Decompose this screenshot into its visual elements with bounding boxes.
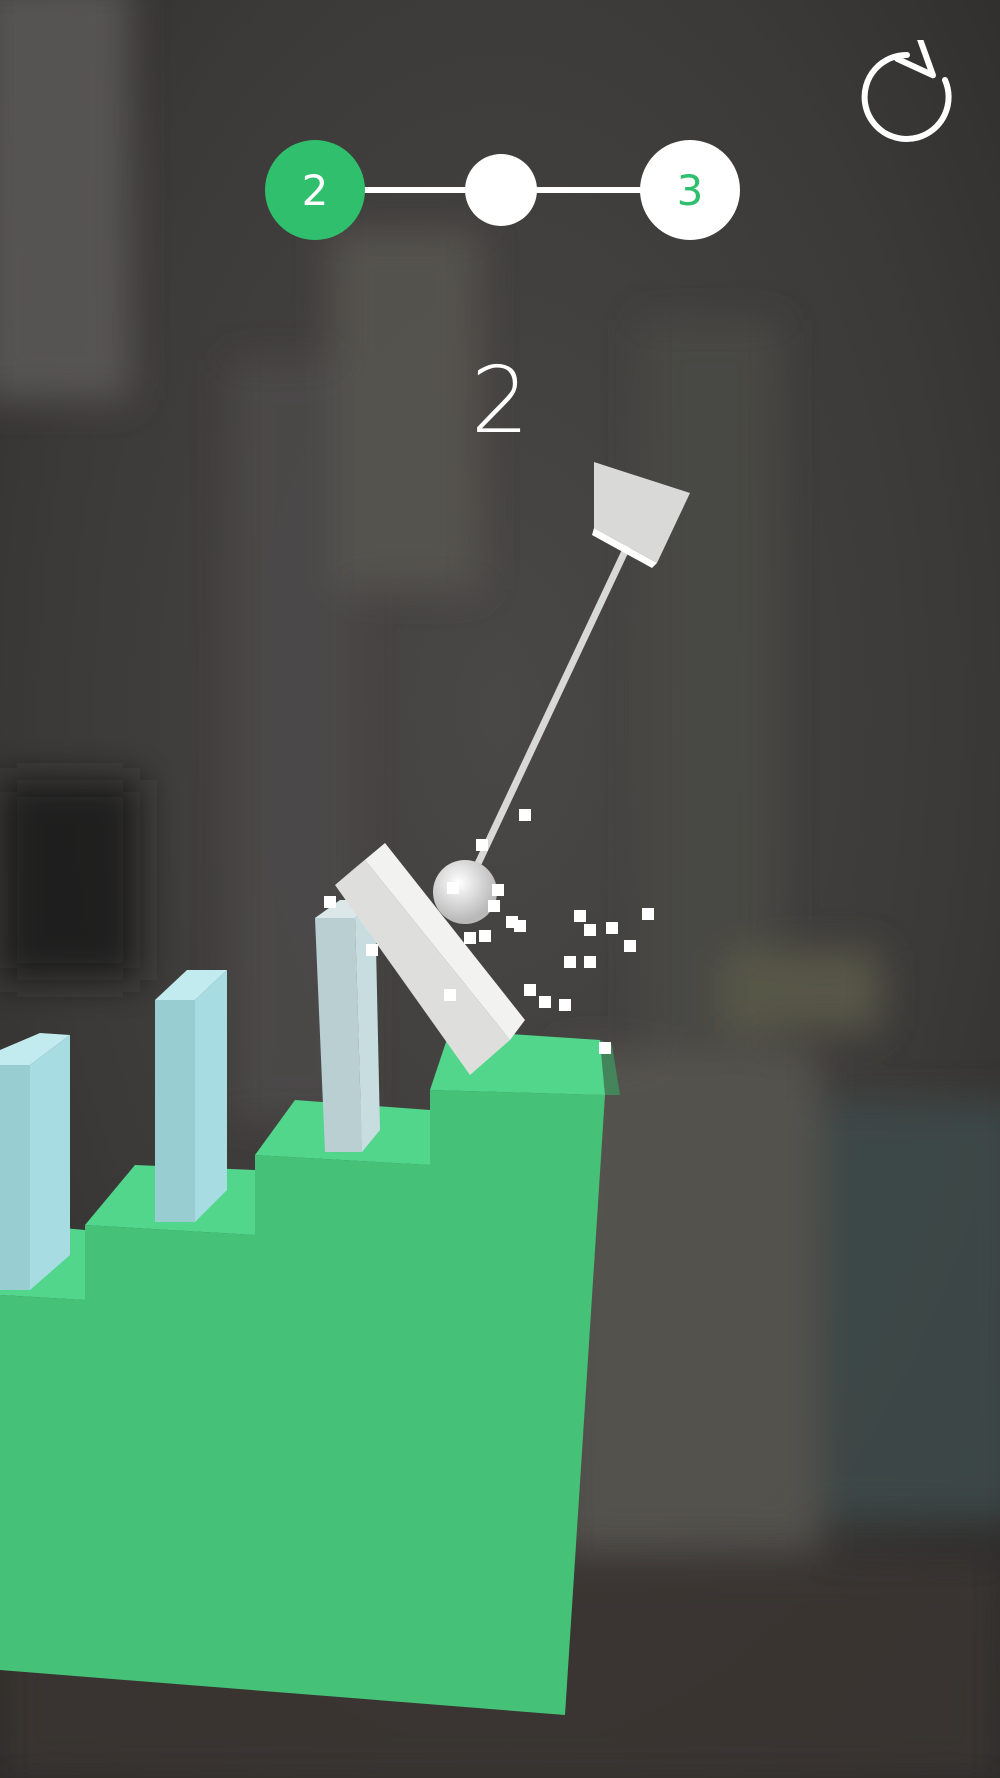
stage-checkpoint-dot (465, 154, 537, 226)
progress-line-left (360, 187, 470, 193)
particle-17 (539, 996, 551, 1008)
particle-8 (506, 916, 518, 928)
next-level-number: 3 (676, 165, 704, 215)
particle-12 (624, 940, 636, 952)
particle-19 (599, 1042, 611, 1054)
progress-line-right (535, 187, 645, 193)
particle-13 (642, 908, 654, 920)
particle-18 (559, 999, 571, 1011)
particle-22 (366, 944, 378, 956)
particle-3 (447, 882, 459, 894)
particle-2 (476, 839, 488, 851)
particle-16 (524, 984, 536, 996)
level-progress-bar: 2 3 (260, 140, 740, 240)
pendulum-ball (433, 860, 497, 924)
particle-23 (488, 900, 500, 912)
domino-2 (155, 970, 227, 1222)
particle-14 (564, 956, 576, 968)
score-counter: 2 (470, 347, 530, 454)
restart-icon (861, 34, 952, 142)
restart-button[interactable] (855, 34, 965, 150)
current-level-badge: 2 (265, 140, 365, 240)
particle-11 (606, 922, 618, 934)
particle-21 (324, 896, 336, 908)
particle-1 (519, 809, 531, 821)
next-level-badge: 3 (640, 140, 740, 240)
particle-10 (584, 924, 596, 936)
domino-3 (315, 900, 380, 1152)
game-stage[interactable]: 2 3 2 (0, 0, 1000, 1778)
game-scene (0, 0, 1000, 1778)
domino-1 (0, 1033, 70, 1290)
particle-4 (492, 884, 504, 896)
particle-5 (464, 932, 476, 944)
particle-6 (479, 930, 491, 942)
current-level-number: 2 (301, 165, 329, 215)
particle-9 (574, 910, 586, 922)
particle-15 (584, 956, 596, 968)
particle-20 (444, 989, 456, 1001)
